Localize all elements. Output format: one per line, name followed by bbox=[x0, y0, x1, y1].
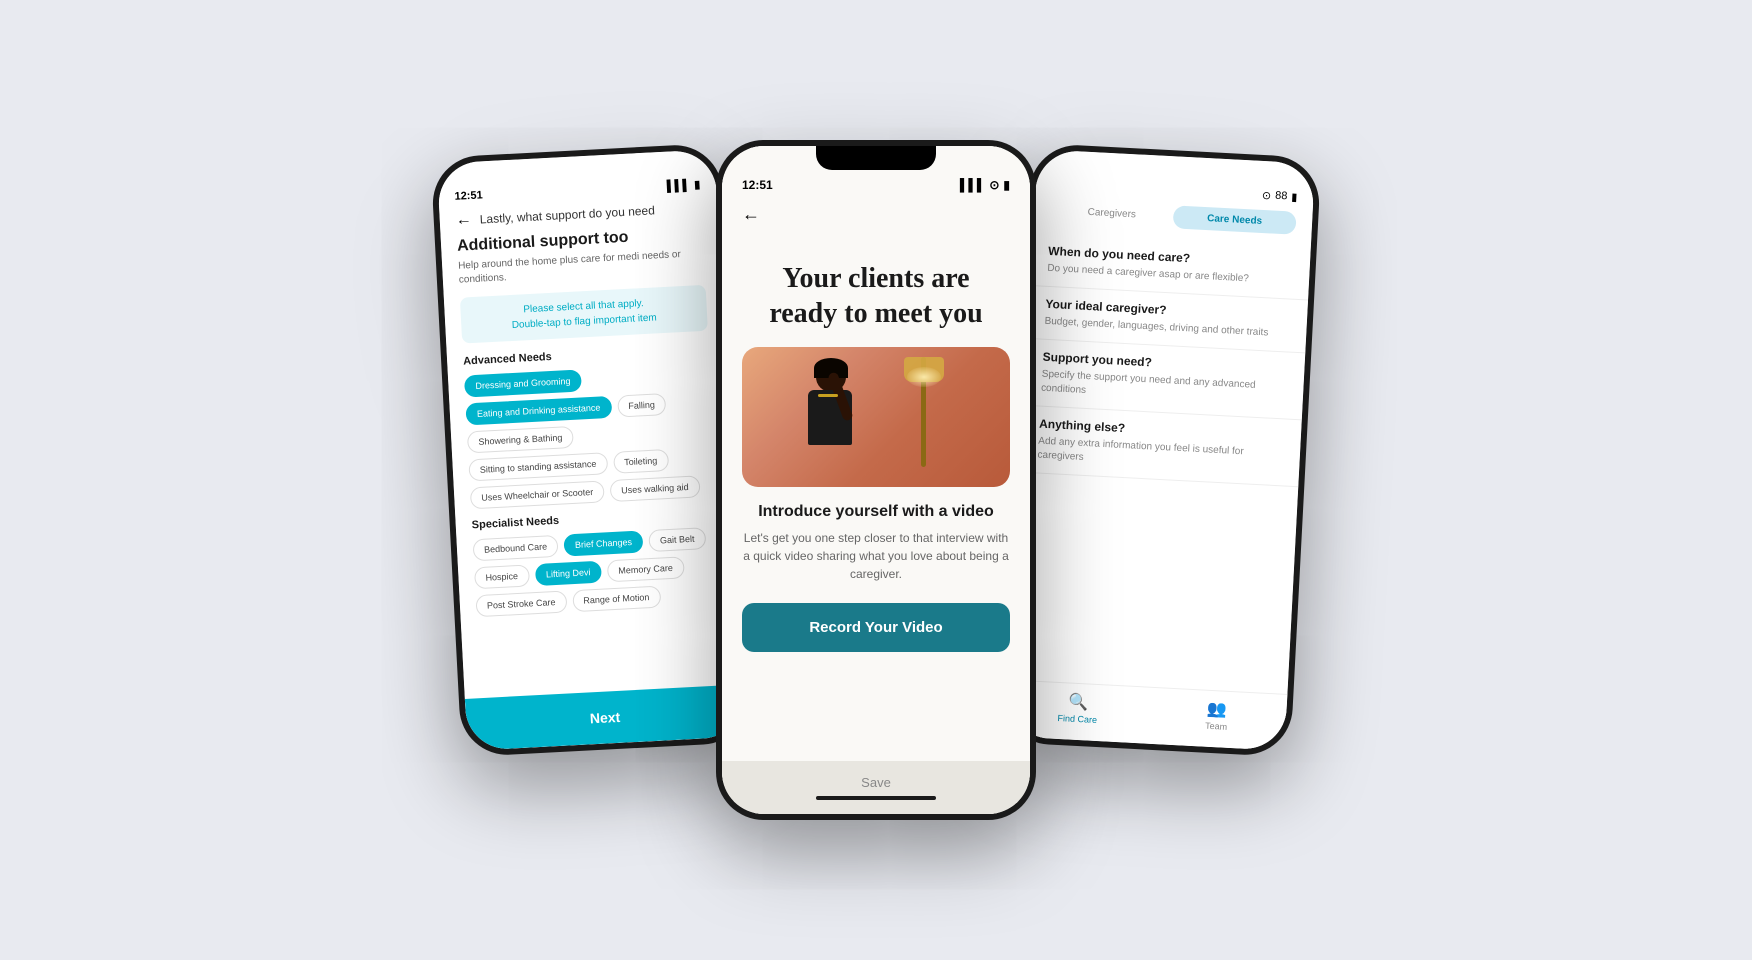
tag-showering[interactable]: Showering & Bathing bbox=[467, 426, 574, 454]
tag-gait-belt[interactable]: Gait Belt bbox=[648, 527, 706, 552]
phone-left: 12:51 ▌▌▌ ▮ ← Lastly, what support do yo… bbox=[430, 143, 751, 757]
center-wifi-icon: ⊙ bbox=[989, 178, 999, 192]
center-hero-image bbox=[742, 347, 1010, 487]
center-back-icon[interactable]: ← bbox=[742, 204, 760, 225]
next-button[interactable]: Next bbox=[465, 684, 745, 750]
tag-memory-care[interactable]: Memory Care bbox=[607, 556, 685, 582]
tag-lifting-device[interactable]: Lifting Devi bbox=[534, 561, 602, 586]
tag-dressing-grooming[interactable]: Dressing and Grooming bbox=[464, 369, 582, 397]
phone-right: ⊙ 88 ▮ Caregivers Care Needs When do you… bbox=[1000, 143, 1321, 757]
tag-hospice[interactable]: Hospice bbox=[474, 564, 530, 589]
team-icon: 👥 bbox=[1147, 696, 1287, 723]
scene: 12:51 ▌▌▌ ▮ ← Lastly, what support do yo… bbox=[426, 70, 1326, 890]
tag-brief-changes[interactable]: Brief Changes bbox=[563, 530, 643, 556]
phone-center: 12:51 ▌▌▌ ⊙ ▮ ← Your clients are ready t… bbox=[716, 140, 1036, 820]
center-intro-body: Let's get you one step closer to that in… bbox=[742, 529, 1010, 583]
center-header: ← bbox=[722, 200, 1030, 241]
center-main-title: Your clients are ready to meet you bbox=[746, 261, 1006, 331]
tag-toileting[interactable]: Toileting bbox=[613, 449, 669, 474]
back-arrow-icon[interactable]: ← bbox=[455, 211, 472, 230]
tag-falling[interactable]: Falling bbox=[617, 393, 667, 418]
right-battery-icon: ▮ bbox=[1291, 190, 1298, 203]
right-section-anything: Anything else? Add any extra information… bbox=[1021, 406, 1302, 487]
home-indicator bbox=[816, 796, 936, 800]
tag-eating-drinking[interactable]: Eating and Drinking assistance bbox=[465, 396, 612, 426]
center-title-section: Your clients are ready to meet you bbox=[722, 241, 1030, 347]
battery-icon-left: ▮ bbox=[694, 178, 701, 191]
center-intro-section: Introduce yourself with a video Let's ge… bbox=[722, 503, 1030, 595]
tag-walking-aid[interactable]: Uses walking aid bbox=[610, 475, 701, 502]
team-label: Team bbox=[1205, 721, 1228, 732]
signal-icon: ▌▌▌ bbox=[667, 179, 691, 192]
right-screen: ⊙ 88 ▮ Caregivers Care Needs When do you… bbox=[1007, 149, 1315, 751]
center-battery-icon: ▮ bbox=[1003, 178, 1010, 192]
center-signal-icon: ▌▌▌ bbox=[960, 178, 986, 192]
center-time: 12:51 bbox=[742, 178, 773, 192]
notch bbox=[816, 146, 936, 170]
record-video-button[interactable]: Record Your Video bbox=[742, 603, 1010, 652]
tag-post-stroke[interactable]: Post Stroke Care bbox=[475, 591, 567, 618]
right-battery-label: 88 bbox=[1275, 190, 1288, 204]
tag-wheelchair[interactable]: Uses Wheelchair or Scooter bbox=[470, 480, 605, 509]
center-status-icons: ▌▌▌ ⊙ ▮ bbox=[960, 178, 1010, 192]
center-save-label[interactable]: Save bbox=[861, 775, 891, 790]
right-wifi-icon: ⊙ bbox=[1262, 189, 1272, 202]
center-screen: 12:51 ▌▌▌ ⊙ ▮ ← Your clients are ready t… bbox=[722, 146, 1030, 814]
specialist-needs-tags: Bedbound Care Brief Changes Gait Belt Ho… bbox=[457, 526, 739, 618]
left-time: 12:51 bbox=[454, 189, 483, 203]
advanced-needs-tags: Dressing and Grooming Eating and Drinkin… bbox=[448, 362, 733, 510]
bottom-nav-bar: 🔍 Find Care 👥 Team bbox=[1007, 679, 1288, 750]
tag-sitting-standing[interactable]: Sitting to standing assistance bbox=[468, 452, 608, 481]
find-care-label: Find Care bbox=[1057, 713, 1097, 725]
tag-bedbound[interactable]: Bedbound Care bbox=[473, 535, 559, 561]
tag-range-motion[interactable]: Range of Motion bbox=[572, 586, 661, 613]
center-save-bar: Save bbox=[722, 761, 1030, 814]
left-screen: 12:51 ▌▌▌ ▮ ← Lastly, what support do yo… bbox=[437, 149, 745, 751]
nav-team[interactable]: 👥 Team bbox=[1146, 696, 1286, 735]
center-intro-title: Introduce yourself with a video bbox=[742, 503, 1010, 521]
